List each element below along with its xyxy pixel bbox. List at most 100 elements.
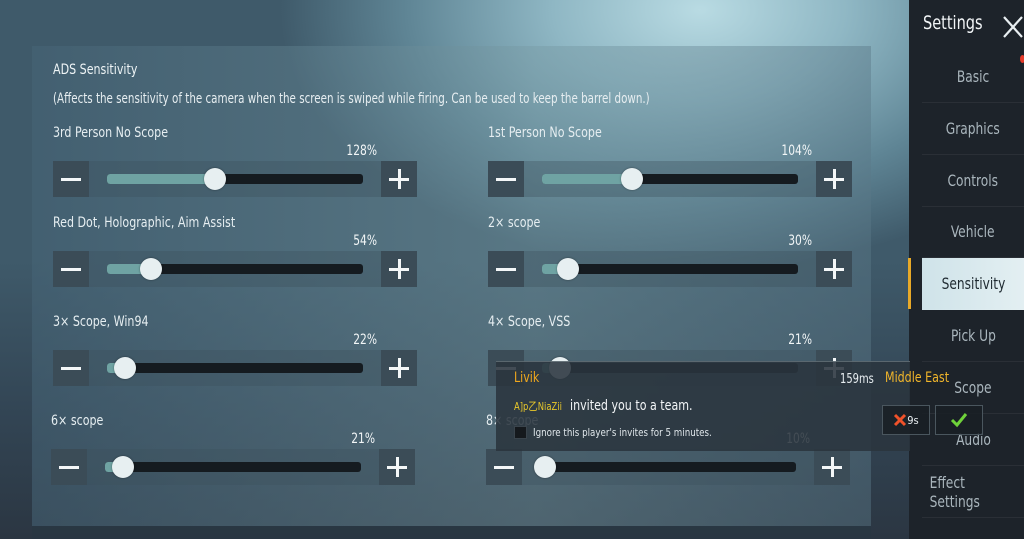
panel-footer (32, 526, 871, 539)
minus-icon (61, 177, 81, 181)
slider-row (51, 449, 415, 485)
close-icon[interactable] (1002, 14, 1024, 40)
decrease-button[interactable] (488, 251, 524, 287)
slider-track[interactable] (542, 258, 798, 280)
plus-icon-vertical (395, 457, 399, 477)
invite-region: Middle East (885, 370, 950, 386)
invite-ping: 159ms (840, 372, 874, 387)
slider-label: 1st Person No Scope (488, 125, 602, 141)
slider-label: 6× scope (51, 413, 104, 429)
ignore-checkbox[interactable] (514, 426, 527, 439)
increase-button[interactable] (814, 449, 850, 485)
decline-countdown: 9s (907, 413, 919, 427)
minus-icon (496, 267, 516, 271)
close-icon (894, 413, 907, 427)
increase-button[interactable] (381, 161, 417, 197)
increase-button[interactable] (381, 350, 417, 386)
slider-row (488, 161, 852, 197)
sidebar-item-label: Controls (947, 171, 999, 190)
decrease-button[interactable] (53, 161, 89, 197)
slider-track[interactable] (107, 168, 363, 190)
slider-value: 30% (788, 233, 812, 249)
ignore-label: Ignore this player's invites for 5 minut… (533, 426, 712, 439)
slider-row (53, 350, 417, 386)
active-indicator (908, 258, 911, 309)
slider-label: 3rd Person No Scope (53, 125, 169, 141)
sidebar-item-label: Effect Settings (929, 472, 980, 511)
plus-icon-vertical (830, 457, 834, 477)
plus-icon-vertical (397, 259, 401, 279)
increase-button[interactable] (379, 449, 415, 485)
slider-thumb[interactable] (556, 258, 579, 280)
slider-value: 104% (781, 143, 812, 159)
sidebar-item-basic[interactable]: Basic (922, 51, 1024, 103)
sidebar-item-label: Graphics (945, 119, 1001, 138)
slider-group: 3rd Person No Scope 128% (53, 125, 417, 197)
minus-icon (59, 465, 79, 469)
slider-thumb[interactable] (111, 456, 134, 478)
plus-icon-vertical (397, 358, 401, 378)
increase-button[interactable] (816, 251, 852, 287)
slider-row (486, 449, 850, 485)
decrease-button[interactable] (53, 251, 89, 287)
slider-row (53, 161, 417, 197)
slider-group: 6× scope 21% (51, 413, 415, 485)
slider-thumb[interactable] (203, 168, 226, 190)
invite-player-name: A]p乙NiaZii (514, 400, 562, 413)
sidebar-item-label: Vehicle (951, 222, 995, 241)
increase-button[interactable] (381, 251, 417, 287)
invite-map: Livik (514, 370, 540, 386)
slider-fill (107, 174, 215, 184)
slider-label: 4× Scope, VSS (488, 314, 571, 330)
sidebar-item-label: Basic (956, 67, 990, 86)
increase-button[interactable] (816, 161, 852, 197)
section-description: (Affects the sensitivity of the camera w… (53, 91, 650, 107)
slider-track[interactable] (542, 168, 798, 190)
decline-invite-button[interactable]: 9s (882, 405, 930, 435)
slider-value: 22% (353, 332, 377, 348)
slider-thumb[interactable] (139, 258, 162, 280)
slider-row (488, 251, 852, 287)
sidebar-item-label: Sensitivity (941, 274, 1005, 293)
slider-thumb[interactable] (534, 456, 557, 478)
minus-icon (61, 366, 81, 370)
slider-row (53, 251, 417, 287)
section-title: ADS Sensitivity (53, 62, 138, 78)
plus-icon-vertical (832, 259, 836, 279)
sidebar-item-effect-settings[interactable]: Effect Settings (922, 466, 1024, 518)
slider-value: 21% (351, 431, 375, 447)
slider-track[interactable] (107, 357, 363, 379)
plus-icon-vertical (397, 169, 401, 189)
sidebar-item-sensitivity[interactable]: Sensitivity (922, 258, 1024, 310)
plus-icon-vertical (832, 169, 836, 189)
slider-fill (542, 174, 632, 184)
slider-track[interactable] (107, 258, 363, 280)
sidebar-item-vehicle[interactable]: Vehicle (922, 206, 1024, 258)
decrease-button[interactable] (486, 449, 522, 485)
slider-value: 21% (788, 332, 812, 348)
slider-track[interactable] (105, 456, 361, 478)
settings-title: Settings (923, 12, 983, 34)
slider-label: 2× scope (488, 215, 541, 231)
sidebar-item-pick-up[interactable]: Pick Up (922, 310, 1024, 362)
decrease-button[interactable] (53, 350, 89, 386)
slider-value: 128% (346, 143, 377, 159)
slider-label: Red Dot, Holographic, Aim Assist (53, 215, 236, 231)
minus-icon (61, 267, 81, 271)
decrease-button[interactable] (488, 161, 524, 197)
accept-invite-button[interactable] (935, 405, 983, 435)
slider-group: 2× scope 30% (488, 215, 852, 287)
slider-track[interactable] (534, 456, 796, 478)
slider-thumb[interactable] (620, 168, 643, 190)
slider-label: 3× Scope, Win94 (53, 314, 149, 330)
sidebar-item-graphics[interactable]: Graphics (922, 103, 1024, 155)
minus-icon (496, 177, 516, 181)
ignore-invites-option[interactable]: Ignore this player's invites for 5 minut… (514, 426, 736, 439)
slider-value: 54% (353, 233, 377, 249)
sidebar-item-controls[interactable]: Controls (922, 155, 1024, 207)
minus-icon (494, 465, 514, 469)
decrease-button[interactable] (51, 449, 87, 485)
slider-group: 1st Person No Scope 104% (488, 125, 852, 197)
slider-thumb[interactable] (113, 357, 136, 379)
team-invite-popup: Livik 159ms Middle East A]p乙NiaZii invit… (496, 361, 949, 451)
